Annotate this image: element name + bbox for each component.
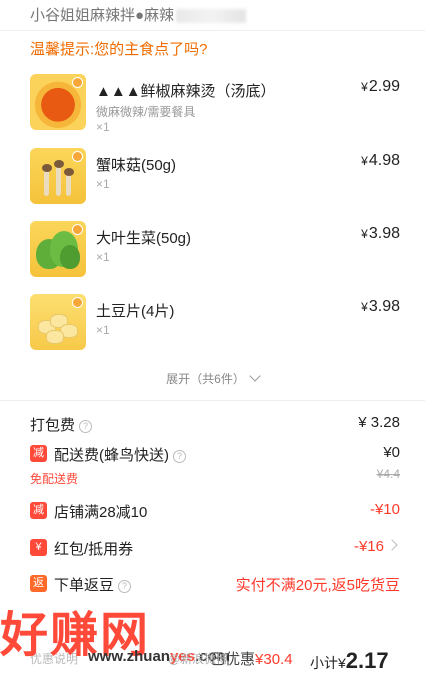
item-name: 土豆片(4片) [96,303,175,320]
lettuce-leaf [60,245,80,269]
store-discount-row: 减 店铺满28减10 -¥10 [30,501,400,523]
cashback-text: 下单返豆 [54,577,115,594]
store-discount-label: 店铺满28减10 [54,504,148,521]
free-delivery-note: 免配送费 [30,472,79,486]
price-value: 3.98 [368,225,400,242]
item-qty: ×1 [96,250,110,264]
currency-symbol: ¥ [361,154,368,168]
mushroom-cap [42,164,52,172]
item-desc: 微麻微辣/需要餐具 [96,105,196,119]
price-value: 4.98 [368,152,400,169]
watermark-url-pre: www.zhuan [88,648,170,665]
coupon-value-text: -¥16 [353,538,384,555]
cashback-label: 下单返豆? [54,574,132,595]
subtotal-value: 2.17 [345,648,389,673]
item-badge-icon [72,297,83,308]
chevron-down-icon [249,370,261,382]
cart-item: 土豆片(4片) ×1 ¥3.98 [30,294,400,354]
potato-slice [46,330,64,344]
item-price: ¥2.99 [361,78,400,96]
discount-tag-icon: 减 [30,502,47,519]
divider [0,30,425,31]
currency-symbol: ¥ [361,300,368,314]
item-name: ▲▲▲鲜椒麻辣烫（汤底） [96,83,276,100]
mushroom-photo-icon [30,148,86,204]
blurred-text [176,9,247,24]
packing-fee-label: 打包费? [30,414,93,435]
divider [0,400,425,401]
expand-items-button[interactable]: 展开（共6件） [0,370,425,387]
coupon-tag-icon: ¥ [30,539,47,556]
price-value: 2.99 [368,78,400,95]
delivery-fee-row: 减 配送费(蜂鸟快送)? ¥0 [30,444,400,466]
item-price: ¥4.98 [361,152,400,170]
item-price: ¥3.98 [361,225,400,243]
item-name: 蟹味菇(50g) [96,157,177,174]
cart-item: ▲▲▲鲜椒麻辣烫（汤底） 微麻微辣/需要餐具 ×1 ¥2.99 [30,74,400,134]
mushroom-cap [54,160,64,168]
subtotal-label: 小计¥ [310,655,346,671]
order-card: 小谷姐姐麻辣拌●麻辣 温馨提示:您的主食点了吗? ▲▲▲鲜椒麻辣烫（汤底） 微麻… [0,0,425,678]
coupon-value: -¥16 [353,538,398,555]
mushroom-cap [64,168,74,176]
item-qty: ×1 [96,177,110,191]
cart-item: 大叶生菜(50g) ×1 ¥3.98 [30,221,400,281]
delivery-fee-value: ¥0 [383,444,400,461]
saved-value: ¥30.4 [255,651,293,668]
original-delivery-fee: ¥4.4 [376,467,400,481]
help-icon[interactable]: ? [118,580,132,593]
help-icon[interactable]: ? [79,420,93,433]
currency-symbol: ¥ [361,80,368,94]
shop-name[interactable]: 小谷姐姐麻辣拌●麻辣 [30,4,247,25]
coupon-row[interactable]: ¥ 红包/抵用券 -¥16 [30,538,400,560]
chevron-right-icon [386,539,398,551]
packing-fee-row: 打包费? ¥ 3.28 [30,414,400,436]
coupon-label: 红包/抵用券 [54,541,134,558]
cashback-value: 实付不满20元,返5吃货豆 [235,577,400,594]
delivery-fee-label: 配送费(蜂鸟快送)? [54,444,186,465]
item-name: 大叶生菜(50g) [96,230,192,247]
item-price: ¥3.98 [361,298,400,316]
delivery-fee-text: 配送费(蜂鸟快送) [54,447,169,464]
staple-food-tip: 温馨提示:您的主食点了吗? [30,41,208,58]
currency-symbol: ¥ [361,227,368,241]
store-discount-value: -¥10 [369,501,400,518]
shop-name-text: 小谷姐姐麻辣拌●麻辣 [30,7,175,24]
item-badge-icon [72,77,83,88]
price-value: 3.98 [368,298,400,315]
weibo-watermark: @新浪微博 [168,652,229,666]
lettuce-photo-icon [30,221,86,277]
subtotal: 小计¥2.17 [310,648,389,674]
expand-label: 展开（共6件） [166,372,245,386]
cashback-row: 返 下单返豆? 实付不满20元,返5吃货豆 [30,574,400,596]
item-qty: ×1 [96,120,110,134]
item-badge-icon [72,151,83,162]
cart-item: 蟹味菇(50g) ×1 ¥4.98 [30,148,400,208]
soup-base-photo-icon [30,74,86,130]
packing-fee-text: 打包费 [30,417,76,434]
packing-fee-value: ¥ 3.28 [358,414,400,431]
potato-slices-photo-icon [30,294,86,350]
item-badge-icon [72,224,83,235]
item-qty: ×1 [96,323,110,337]
discount-tag-icon: 减 [30,445,47,462]
cashback-tag-icon: 返 [30,575,47,592]
help-icon[interactable]: ? [173,450,186,463]
